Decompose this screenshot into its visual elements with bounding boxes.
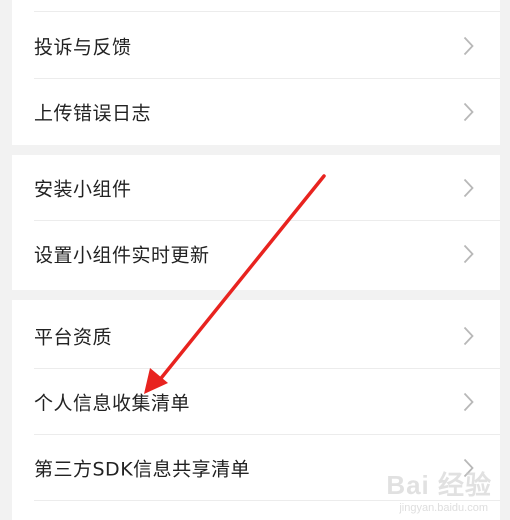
menu-item-label: 安装小组件 [34, 178, 132, 201]
menu-item-upload-log[interactable]: 上传错误日志 [12, 79, 500, 145]
chevron-right-icon [463, 102, 474, 122]
menu-item-personal-info-list[interactable]: 个人信息收集清单 [12, 369, 500, 435]
chevron-right-icon [463, 326, 474, 346]
menu-item-platform-qualification[interactable]: 平台资质 [12, 303, 500, 369]
menu-item-label: 平台资质 [34, 326, 113, 349]
menu-item-install-widget[interactable]: 安装小组件 [12, 155, 500, 221]
chevron-right-icon [463, 392, 474, 412]
section-separator [0, 290, 510, 300]
menu-item-feedback[interactable]: 投诉与反馈 [12, 13, 500, 79]
left-gutter [0, 0, 12, 520]
chevron-right-icon [463, 36, 474, 56]
menu-item-widget-realtime-update[interactable]: 设置小组件实时更新 [12, 221, 500, 287]
chevron-right-icon [463, 244, 474, 264]
settings-page: 投诉与反馈 上传错误日志 安装小组件 设置小组件实时更新 平台资质 个人信息收集… [0, 0, 510, 520]
menu-item-label: 上传错误日志 [34, 102, 152, 125]
menu-item-label: 个人信息收集清单 [34, 392, 191, 415]
top-divider [34, 11, 500, 12]
chevron-right-icon [463, 178, 474, 198]
right-gutter [500, 0, 510, 520]
menu-item-label: 投诉与反馈 [34, 36, 132, 59]
section-separator [0, 145, 510, 155]
watermark-url: jingyan.baidu.com [399, 502, 488, 514]
menu-item-label: 第三方SDK信息共享清单 [34, 458, 251, 481]
menu-item-label: 设置小组件实时更新 [34, 244, 210, 267]
watermark-logo: Bai 经验 [386, 470, 492, 500]
